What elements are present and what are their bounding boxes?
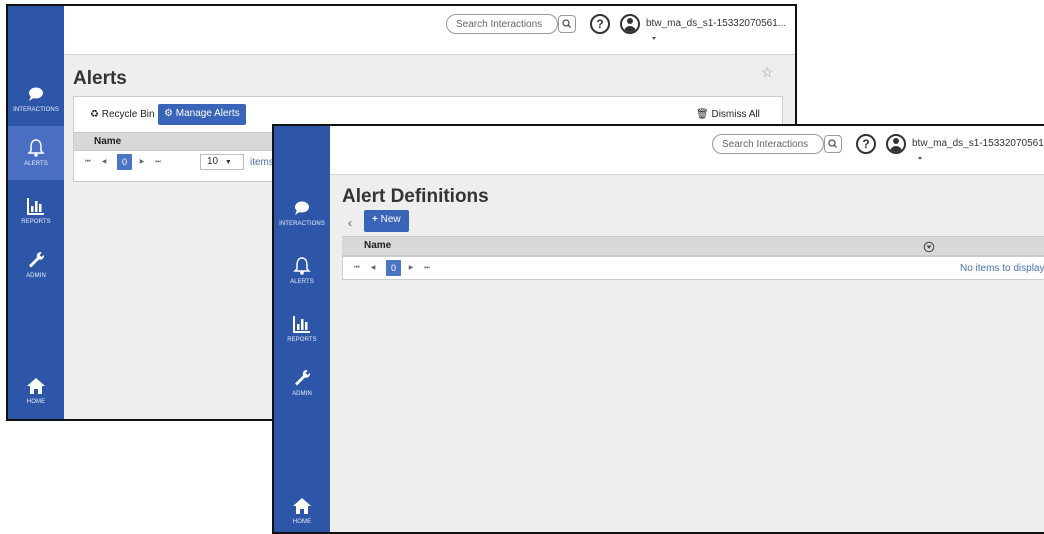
user-avatar-icon[interactable] [620, 14, 640, 34]
bell-icon [27, 139, 45, 157]
manage-alerts-label: Manage Alerts [175, 108, 240, 119]
user-avatar-icon[interactable] [886, 134, 906, 154]
bell-icon [293, 257, 311, 275]
chat-bubbles-icon [29, 87, 43, 101]
nav-reports[interactable]: REPORTS [8, 196, 64, 225]
search-input[interactable]: Search Interactions [712, 134, 824, 154]
top-bar: Search Interactions ? btw_ma_ds_s1-15332… [64, 6, 795, 55]
column-name-header[interactable]: Name [364, 240, 391, 251]
new-button[interactable]: + New [364, 210, 409, 232]
page-size-select[interactable]: 10 ▼ [200, 154, 244, 170]
nav-interactions[interactable]: INTERACTIONS [8, 84, 64, 113]
nav-interactions[interactable]: INTERACTIONS [274, 198, 330, 227]
prev-page-icon[interactable]: ◀ [367, 261, 379, 275]
sidebar: INTERACTIONS ALERTS REPORTS ADMIN HOME [274, 126, 330, 532]
wrench-icon [295, 370, 311, 386]
nav-interactions-label: INTERACTIONS [279, 221, 325, 227]
column-name-header[interactable]: Name [94, 136, 121, 147]
dismiss-all-label: Dismiss All [711, 109, 760, 120]
recycle-bin-button[interactable]: ♻ Recycle Bin [90, 109, 155, 120]
user-menu-chevron-down-icon[interactable] [918, 157, 922, 160]
trash-icon: 🗑 [696, 109, 709, 120]
page-title: Alert Definitions [342, 186, 489, 207]
page-size-value: 10 [207, 156, 219, 167]
nav-interactions-label: INTERACTIONS [13, 107, 59, 113]
nav-admin-label: ADMIN [292, 391, 312, 397]
search-icon [562, 19, 571, 28]
definitions-grid-header: Name [342, 236, 1044, 256]
user-name[interactable]: btw_ma_ds_s1-15332070561... [912, 138, 1044, 149]
user-name[interactable]: btw_ma_ds_s1-15332070561... [646, 18, 786, 29]
next-page-icon[interactable]: ▶ [136, 155, 148, 169]
recycle-bin-label: Recycle Bin [101, 109, 155, 120]
user-menu-chevron-down-icon[interactable] [652, 37, 656, 40]
last-page-icon[interactable]: ⏭ [152, 155, 164, 169]
definitions-pager: ⏮ ◀ 0 ▶ ⏭ No items to display [342, 256, 1044, 280]
current-page[interactable]: 0 [386, 260, 401, 276]
first-page-icon[interactable]: ⏮ [82, 155, 94, 169]
page-title: Alerts [73, 68, 127, 89]
gear-icon: ⚙ [164, 108, 173, 119]
empty-message: No items to display [960, 263, 1044, 274]
nav-alerts[interactable]: ALERTS [8, 126, 64, 180]
filter-icon[interactable] [923, 241, 935, 253]
dismiss-all-button[interactable]: 🗑 Dismiss All [696, 109, 760, 120]
home-icon [293, 498, 311, 514]
search-button[interactable] [824, 135, 842, 153]
nav-admin[interactable]: ADMIN [8, 250, 64, 279]
search-button[interactable] [558, 15, 576, 33]
sidebar: INTERACTIONS ALERTS REPORTS ADMIN HOME [8, 6, 64, 419]
manage-alerts-button[interactable]: ⚙ Manage Alerts [158, 104, 246, 125]
nav-alerts-label: ALERTS [24, 161, 48, 167]
nav-reports-label: REPORTS [287, 337, 317, 343]
chevron-down-icon: ▼ [224, 159, 232, 166]
nav-admin-label: ADMIN [26, 273, 46, 279]
search-input[interactable]: Search Interactions [446, 14, 558, 34]
search-placeholder: Search Interactions [456, 19, 543, 30]
current-page[interactable]: 0 [117, 154, 132, 170]
search-placeholder: Search Interactions [722, 139, 809, 150]
help-button[interactable]: ? [590, 14, 610, 34]
bar-chart-icon [293, 316, 310, 333]
recycle-icon: ♻ [90, 109, 99, 120]
next-page-icon[interactable]: ▶ [405, 261, 417, 275]
help-label: ? [862, 137, 870, 151]
top-bar: Search Interactions ? btw_ma_ds_s1-15332… [330, 126, 1044, 175]
nav-alerts[interactable]: ALERTS [274, 256, 330, 285]
nav-home-label: HOME [292, 519, 312, 525]
search-icon [828, 139, 837, 148]
nav-alerts-label: ALERTS [290, 279, 314, 285]
new-button-label: New [380, 214, 401, 225]
last-page-icon[interactable]: ⏭ [421, 261, 433, 275]
bar-chart-icon [27, 198, 44, 215]
favorite-star-icon[interactable]: ☆ [761, 64, 774, 81]
nav-home[interactable]: HOME [8, 376, 64, 405]
nav-reports-label: REPORTS [21, 219, 51, 225]
wrench-icon [29, 252, 45, 268]
help-label: ? [596, 17, 604, 31]
nav-home[interactable]: HOME [274, 496, 330, 525]
nav-admin[interactable]: ADMIN [274, 368, 330, 397]
prev-page-icon[interactable]: ◀ [98, 155, 110, 169]
help-button[interactable]: ? [856, 134, 876, 154]
plus-icon: + [372, 214, 378, 225]
nav-reports[interactable]: REPORTS [274, 314, 330, 343]
back-button[interactable]: ‹ [348, 216, 352, 230]
first-page-icon[interactable]: ⏮ [351, 261, 363, 275]
home-icon [27, 378, 45, 394]
alert-definitions-window: INTERACTIONS ALERTS REPORTS ADMIN HOME S… [272, 124, 1044, 534]
chat-bubbles-icon [295, 201, 309, 215]
nav-home-label: HOME [26, 399, 46, 405]
